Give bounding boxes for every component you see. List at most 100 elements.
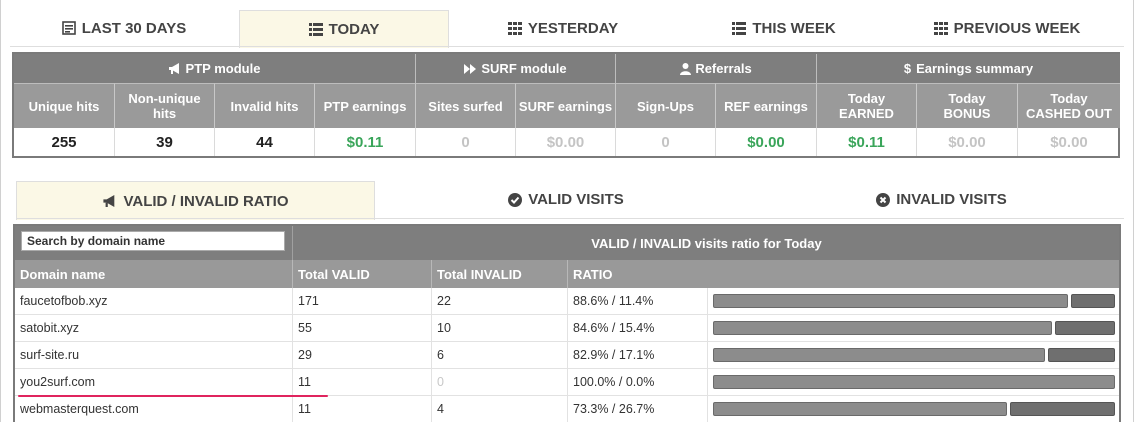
col-domain-name[interactable]: Domain name <box>15 260 292 288</box>
stats-header-cell: Sign-Ups <box>616 83 716 128</box>
calendar-icon <box>61 21 76 35</box>
search-input[interactable] <box>21 231 285 251</box>
stats-header-text: Today <box>948 91 986 106</box>
stats-value: $0.11 <box>817 128 917 156</box>
group-label: Referrals <box>695 61 752 76</box>
table-row[interactable]: surf-site.ru 29 6 82.9% / 17.1% <box>15 342 1119 369</box>
table-toolbar: VALID / INVALID visits ratio for Today <box>15 226 1119 260</box>
ratio-bar-invalid <box>1055 321 1115 335</box>
stats-value: $0.00 <box>917 128 1018 156</box>
tab-label: VALID / INVALID RATIO <box>123 192 289 210</box>
cell-ratio: 88.6% / 11.4% <box>567 288 707 314</box>
dollar-icon: $ <box>903 61 912 76</box>
table-row[interactable]: faucetofbob.xyz 171 22 88.6% / 11.4% <box>15 288 1119 315</box>
table-row[interactable]: webmasterquest.com 11 4 73.3% / 26.7% <box>15 396 1119 422</box>
group-surf-module: SURF module <box>416 54 616 83</box>
tab-yesterday[interactable]: YESTERDAY <box>448 10 678 46</box>
group-earnings-summary: $ Earnings summary <box>817 54 1120 83</box>
list-icon <box>732 21 747 35</box>
cell-total-valid: 11 <box>292 396 431 422</box>
ratio-bar-valid <box>713 375 1115 389</box>
cell-ratio: 84.6% / 15.4% <box>567 315 707 341</box>
stats-table: PTP module SURF module Referrals $ Earni… <box>12 52 1120 158</box>
megaphone-icon <box>102 195 118 207</box>
group-label: Earnings summary <box>916 61 1034 76</box>
cell-total-invalid: 4 <box>431 396 567 422</box>
tab-previous-week[interactable]: PREVIOUS WEEK <box>890 10 1124 46</box>
megaphone-icon <box>168 63 182 74</box>
grid-icon <box>933 21 948 35</box>
ratio-bar <box>713 321 1115 335</box>
stats-value: $0.00 <box>516 128 616 156</box>
cell-ratio: 82.9% / 17.1% <box>567 342 707 368</box>
tab-valid-invalid-ratio[interactable]: VALID / INVALID RATIO <box>16 181 375 220</box>
detail-tabs: VALID / INVALID RATIO VALID VISITS INVAL… <box>16 181 1124 220</box>
fast-forward-icon <box>464 63 477 74</box>
ratio-bar-valid <box>713 294 1068 308</box>
cell-ratio: 73.3% / 26.7% <box>567 396 707 422</box>
ratio-bar-valid <box>713 402 1007 416</box>
tab-last-30-days[interactable]: LAST 30 DAYS <box>10 10 238 46</box>
col-total-valid[interactable]: Total VALID <box>292 260 431 288</box>
tab-label: LAST 30 DAYS <box>81 19 187 37</box>
x-circle-icon <box>876 192 891 207</box>
stats-value: 0 <box>416 128 516 156</box>
stats-value: 255 <box>14 128 115 156</box>
cell-domain: you2surf.com <box>20 375 96 389</box>
cell-total-valid: 171 <box>292 288 431 314</box>
ratio-bar <box>713 294 1115 308</box>
tab-label: TODAY <box>328 21 380 38</box>
stats-header-text: Invalid hits <box>230 98 299 114</box>
tab-invalid-visits[interactable]: INVALID VISITS <box>759 181 1124 218</box>
cell-total-valid: 55 <box>292 315 431 341</box>
stats-header-text: REF earnings <box>724 98 808 114</box>
period-tabs: LAST 30 DAYS TODAY YESTERDAY THIS WEEK P… <box>10 10 1124 48</box>
cell-total-valid: 11 <box>292 369 431 395</box>
cell-total-invalid: 0 <box>431 369 567 395</box>
ratio-bar <box>713 348 1115 362</box>
tab-valid-visits[interactable]: VALID VISITS <box>374 181 758 218</box>
table-title: VALID / INVALID visits ratio for Today <box>292 226 1119 260</box>
stats-header-cell: Sites surfed <box>416 83 516 128</box>
tab-label: THIS WEEK <box>752 19 836 37</box>
stats-header-text: Non-unique <box>128 91 201 106</box>
list-icon <box>308 23 323 36</box>
group-label: SURF module <box>481 61 567 76</box>
stats-header-text: Unique hits <box>28 98 100 114</box>
col-ratio[interactable]: RATIO <box>567 260 1119 288</box>
cell-domain: satobit.xyz <box>20 321 80 335</box>
stats-header-text: Sign-Ups <box>636 98 695 114</box>
stats-header-text: PTP earnings <box>323 98 407 114</box>
ratio-bar-valid <box>713 348 1045 362</box>
highlight-underline <box>18 395 328 397</box>
grid-icon <box>507 21 522 35</box>
stats-header-cell: REF earnings <box>716 83 817 128</box>
stats-header-cell: Unique hits <box>14 83 115 128</box>
stats-header-cell: Today EARNED <box>817 83 917 128</box>
stats-header-text: Today <box>1050 91 1088 106</box>
ratio-bar-invalid <box>1071 294 1115 308</box>
stats-header-text: BONUS <box>943 106 991 121</box>
tab-this-week[interactable]: THIS WEEK <box>679 10 889 46</box>
tab-today[interactable]: TODAY <box>239 10 449 48</box>
cell-ratio: 100.0% / 0.0% <box>567 369 707 395</box>
stats-header-cell: Today CASHED OUT <box>1018 83 1120 128</box>
stats-header-cell: Today BONUS <box>917 83 1018 128</box>
stats-header-text: hits <box>152 106 177 121</box>
cell-total-invalid: 6 <box>431 342 567 368</box>
stats-header-cell: PTP earnings <box>315 83 416 128</box>
tabs-divider <box>10 46 1124 47</box>
stats-value: $0.11 <box>315 128 416 156</box>
stats-value: 0 <box>616 128 716 156</box>
col-total-invalid[interactable]: Total INVALID <box>431 260 567 288</box>
cell-domain: faucetofbob.xyz <box>20 294 108 308</box>
tabs2-divider <box>16 218 1124 219</box>
table-row[interactable]: satobit.xyz 55 10 84.6% / 15.4% <box>15 315 1119 342</box>
group-label: PTP module <box>185 61 261 76</box>
cell-domain: webmasterquest.com <box>20 402 139 416</box>
frame-border-left <box>0 0 1 422</box>
table-row[interactable]: you2surf.com 11 0 100.0% / 0.0% <box>15 369 1119 396</box>
user-icon <box>680 62 692 75</box>
group-referrals: Referrals <box>616 54 817 83</box>
ratio-bar-invalid <box>1048 348 1115 362</box>
